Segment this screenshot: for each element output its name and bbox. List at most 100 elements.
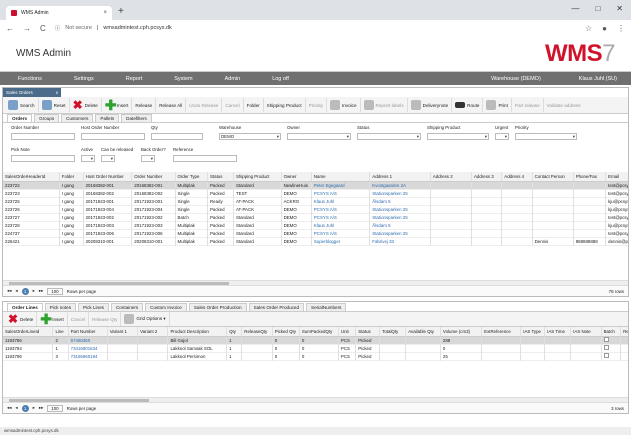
prev-page-icon[interactable]: ◂ (15, 405, 17, 411)
menu-functions[interactable]: Functions (18, 76, 42, 82)
page-size-select[interactable]: 100 (47, 287, 63, 295)
column-header[interactable]: Status (355, 327, 381, 337)
tab-groups[interactable]: Groups (34, 114, 60, 122)
deliverynote-button[interactable]: Deliverynote (408, 98, 453, 112)
lines-delete-button[interactable]: ✖ Delete (5, 312, 38, 326)
column-header[interactable]: IAS Note (570, 327, 602, 337)
route-button[interactable]: Route (452, 98, 484, 112)
url-field[interactable]: ⓘ Not secure | wmsadmintest.cph.pcsys.dk (55, 24, 172, 32)
column-header[interactable]: Status (207, 172, 234, 182)
tab-serialnumbers[interactable]: SerialNumbers (306, 303, 347, 311)
host-order-number-input[interactable] (81, 133, 145, 140)
tab-sales-order-produced[interactable]: Sales Order Produced (248, 303, 305, 311)
column-header[interactable]: TotalQty (379, 327, 407, 337)
table-row[interactable]: 1193794 1 73416801634 Lakknol Samsak SOL 1 0 0… (3, 344, 628, 352)
release-all-button[interactable]: Release All (156, 98, 187, 112)
prev-page-icon[interactable]: ◂ (15, 288, 17, 294)
column-header[interactable]: Owner (281, 172, 312, 182)
table-row[interactable]: 226421 I gang 20208310-001 20208310-001 Mult… (3, 237, 628, 245)
page-number[interactable]: 1 (21, 404, 29, 412)
column-header[interactable]: ReleaseQty (241, 327, 273, 337)
account-icon[interactable]: ● (602, 24, 607, 33)
tab-close-icon[interactable]: × (103, 10, 107, 16)
column-header[interactable]: Address 3 (471, 172, 503, 182)
lines-insert-button[interactable]: ✚ Insert (37, 312, 68, 326)
column-header[interactable]: Unit (338, 327, 357, 337)
browser-menu-icon[interactable]: ⋮ (617, 24, 625, 33)
column-header[interactable]: Line (52, 327, 69, 337)
back-icon[interactable]: ← (6, 24, 14, 33)
forward-icon[interactable]: → (23, 24, 31, 33)
first-page-icon[interactable]: ◂◂ (7, 288, 11, 294)
warehouse-label[interactable]: Warehouse (DEMO) (491, 76, 541, 82)
column-header[interactable]: Host Order Number (83, 172, 133, 182)
invoice-button[interactable]: Invoice (327, 98, 361, 112)
order-number-input[interactable] (11, 133, 75, 140)
table-row[interactable]: 223728 I gang 20171923-003 20171923-003 Mult… (3, 221, 628, 229)
last-page-icon[interactable]: ▸▸ (39, 405, 43, 411)
scroll-thumb[interactable] (9, 399, 149, 402)
row-checkbox[interactable] (603, 353, 609, 358)
scroll-thumb[interactable] (9, 282, 229, 285)
tab-datefilters[interactable]: Datefilters (121, 114, 152, 122)
column-header[interactable]: SalesOrderLineId (3, 327, 54, 337)
column-header[interactable]: Name (311, 172, 371, 182)
column-header[interactable]: Order Number (131, 172, 176, 182)
column-header[interactable]: Product Description (167, 327, 228, 337)
qty-input[interactable] (151, 133, 203, 140)
tab-order-lines[interactable]: Order Lines (7, 303, 43, 311)
priority-button[interactable]: Priority (306, 98, 327, 112)
column-header[interactable]: Variant 2 (137, 327, 169, 337)
column-header[interactable]: Email (605, 172, 628, 182)
undo-release-button[interactable]: Undo Release (186, 98, 223, 112)
maximize-icon[interactable]: □ (595, 4, 600, 13)
column-header[interactable]: Batch (601, 327, 622, 337)
table-row[interactable]: 223722 I gang 20168382-001 20168382-001 Mult… (3, 181, 628, 189)
last-page-icon[interactable]: ▸▸ (39, 288, 43, 294)
part-release-button[interactable]: Part release (512, 98, 544, 112)
search-button[interactable]: Search (5, 98, 39, 112)
insert-button[interactable]: ✚ Insert (102, 98, 133, 112)
tab-containers[interactable]: Containers (110, 303, 144, 311)
can-be-released-select[interactable] (101, 155, 115, 162)
column-header[interactable]: ExtReference (481, 327, 522, 337)
column-header[interactable]: SumPackedQty (299, 327, 339, 337)
column-header[interactable]: Order Type (175, 172, 208, 182)
menu-admin[interactable]: Admin (225, 76, 241, 82)
release-button[interactable]: Release (132, 98, 157, 112)
table-row[interactable]: 223726 I gang 20171923-004 20171923-004 Sing… (3, 205, 628, 213)
table-row[interactable]: 223723 I gang 20168382-002 20168382-002 Sing… (3, 189, 628, 197)
lines-hscroll[interactable] (3, 397, 628, 402)
table-row[interactable]: 1193786 2 57460360 Bill Gajol 1 0 0 PCS Picked 28… (3, 336, 628, 344)
column-header[interactable]: Address 2 (430, 172, 472, 182)
validate-address-button[interactable]: Validate address (544, 98, 584, 112)
column-header[interactable]: IAS Type (520, 327, 546, 337)
reset-button[interactable]: Reset (39, 98, 70, 112)
column-header[interactable]: Available Qty (405, 327, 441, 337)
column-header[interactable]: Shipping Product (233, 172, 282, 182)
cancel-button[interactable]: Cancel (222, 98, 244, 112)
owner-select[interactable] (287, 133, 351, 140)
menu-logoff[interactable]: Log off (272, 76, 289, 82)
browser-tab[interactable]: WMS Admin × (6, 6, 112, 20)
column-header[interactable]: Address 4 (501, 172, 533, 182)
column-header[interactable]: Phone/Fax (573, 172, 607, 182)
page-number[interactable]: 1 (21, 287, 29, 295)
tab-pallets[interactable]: Pallets (95, 114, 120, 122)
column-header[interactable]: Variant 1 (107, 327, 139, 337)
column-header[interactable]: Volume (cm3) (440, 327, 483, 337)
column-header[interactable]: Return (620, 327, 628, 337)
tab-pick-notes[interactable]: Pick notes (44, 303, 76, 311)
reference-input[interactable] (173, 155, 237, 162)
menu-report[interactable]: Report (126, 76, 143, 82)
column-header[interactable]: Picked Qty (272, 327, 300, 337)
pick-note-input[interactable] (11, 155, 75, 162)
active-select[interactable] (81, 155, 95, 162)
warehouse-select[interactable]: DEMO (219, 133, 281, 140)
tab-custom-invoice[interactable]: Custom Invoice (145, 303, 187, 311)
tab-sales-order-production[interactable]: Sales Order Production (188, 303, 247, 311)
page-size-select[interactable]: 100 (47, 404, 63, 412)
column-header[interactable]: Qty (226, 327, 243, 337)
table-row[interactable]: 223727 I gang 20171923-002 20171923-002 Batc… (3, 213, 628, 221)
tab-pick-lines[interactable]: Pick Lines (78, 303, 109, 311)
